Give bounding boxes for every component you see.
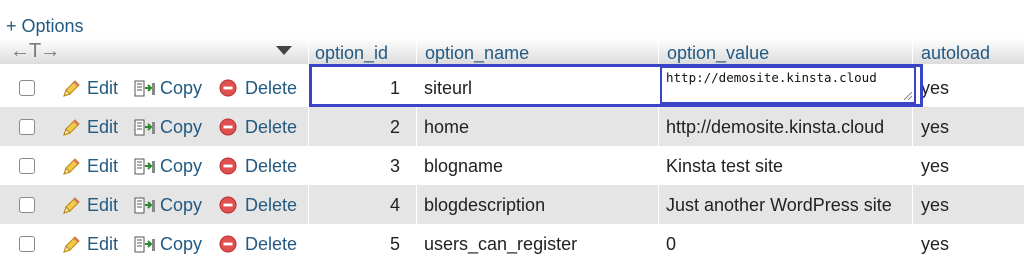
column-separator — [308, 146, 309, 185]
option-id-cell: 3 — [389, 156, 400, 176]
sort-dropdown-icon[interactable] — [276, 46, 292, 55]
table-row: Edit Copy Delete 3 blogname Kinsta test site y… — [0, 146, 1024, 185]
column-separator — [308, 107, 309, 146]
row-checkbox[interactable] — [19, 197, 35, 213]
options-link[interactable]: + Options — [6, 16, 84, 37]
header-separator — [308, 38, 309, 64]
row-checkbox[interactable] — [19, 236, 35, 252]
autoload-cell: yes — [921, 78, 950, 98]
column-separator — [658, 224, 659, 263]
column-separator — [416, 107, 417, 146]
option-value-cell[interactable]: http://demosite.kinsta.cloud — [666, 107, 884, 146]
option-value-cell[interactable]: Just another WordPress site — [666, 185, 892, 224]
column-separator — [308, 224, 309, 263]
table-row: Edit Copy Delete 2 home http://demosite.kinst… — [0, 107, 1024, 146]
option-id-cell: 5 — [389, 234, 400, 254]
column-arrows[interactable]: ←T→ — [10, 38, 60, 64]
header-option-value[interactable]: option_value — [667, 38, 769, 64]
column-separator — [416, 68, 417, 107]
row-checkbox[interactable] — [19, 80, 35, 96]
resize-grip-icon[interactable] — [904, 92, 912, 100]
option-id-cell: 2 — [389, 117, 400, 137]
table-row: Edit Copy Delete 4 blogdescription Just anoth… — [0, 185, 1024, 224]
column-separator — [658, 146, 659, 185]
header-separator — [416, 38, 417, 64]
option-name-cell: blogdescription — [424, 195, 546, 215]
header-option-name[interactable]: option_name — [425, 38, 529, 64]
column-separator — [416, 224, 417, 263]
column-separator — [308, 185, 309, 224]
column-separator — [912, 146, 913, 185]
row-checkbox[interactable] — [19, 119, 35, 135]
table-header: ←T→ option_id option_name option_value a… — [0, 38, 1024, 64]
option-value-cell[interactable]: 0 — [666, 224, 676, 263]
option-value-cell[interactable]: Kinsta test site — [666, 146, 783, 185]
option-name-cell: users_can_register — [424, 234, 578, 254]
autoload-cell: yes — [921, 156, 950, 176]
column-separator — [416, 146, 417, 185]
column-separator — [658, 68, 659, 107]
autoload-cell: yes — [921, 117, 950, 137]
option-name-cell: siteurl — [424, 78, 473, 98]
option-id-cell: 1 — [389, 78, 400, 98]
option-value-edit-field[interactable]: http://demosite.kinsta.cloud — [660, 66, 916, 104]
column-separator — [658, 185, 659, 224]
column-separator — [912, 107, 913, 146]
option-id-cell: 4 — [389, 195, 400, 215]
autoload-cell: yes — [921, 234, 950, 254]
autoload-cell: yes — [921, 195, 950, 215]
table-row: Edit Copy Delete 5 users_can_register 0 yes — [0, 224, 1024, 263]
header-separator — [912, 38, 913, 64]
column-separator — [912, 224, 913, 263]
row-checkbox[interactable] — [19, 158, 35, 174]
option-value-text: http://demosite.kinsta.cloud — [666, 70, 877, 85]
column-separator — [658, 107, 659, 146]
header-autoload[interactable]: autoload — [921, 38, 990, 64]
header-separator — [658, 38, 659, 64]
option-name-cell: home — [424, 117, 470, 137]
option-name-cell: blogname — [424, 156, 504, 176]
column-separator — [308, 68, 309, 107]
column-separator — [912, 185, 913, 224]
column-separator — [416, 185, 417, 224]
header-option-id[interactable]: option_id — [315, 38, 388, 64]
